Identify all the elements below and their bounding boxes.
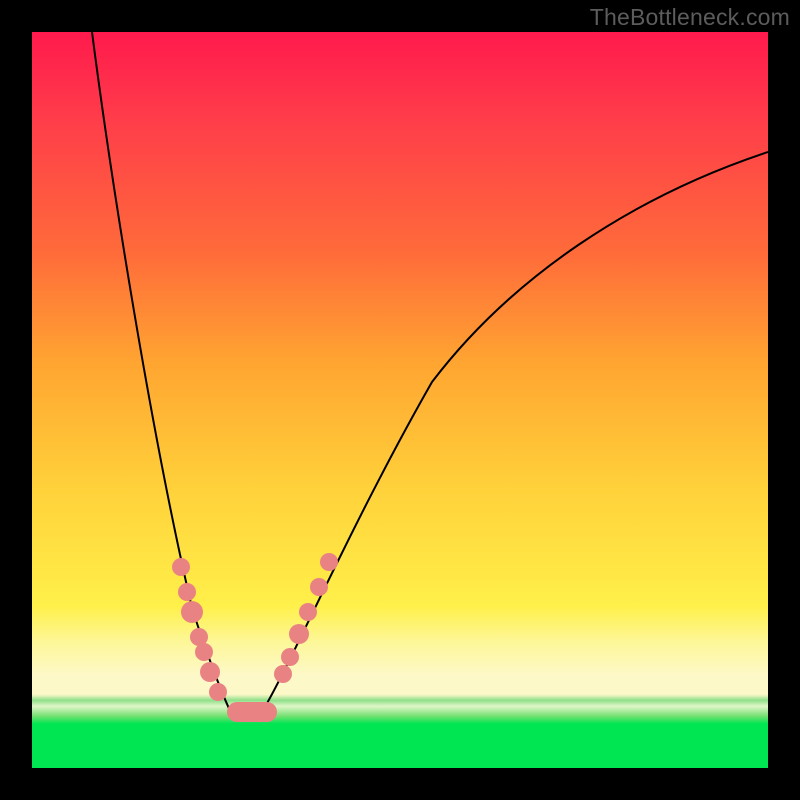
marker-dot	[310, 578, 328, 596]
marker-pill	[227, 702, 277, 722]
marker-dot	[195, 643, 213, 661]
marker-dot	[299, 603, 317, 621]
marker-dot	[274, 665, 292, 683]
marker-dot	[209, 683, 227, 701]
marker-dot	[289, 624, 309, 644]
marker-dot	[200, 662, 220, 682]
chart-frame: TheBottleneck.com	[0, 0, 800, 800]
chart-overlay	[32, 32, 768, 768]
marker-dot	[178, 583, 196, 601]
watermark-text: TheBottleneck.com	[590, 4, 790, 31]
marker-dot	[281, 648, 299, 666]
marker-dot	[172, 558, 190, 576]
curve-left-branch	[92, 32, 232, 715]
marker-dot	[181, 601, 203, 623]
plot-area	[32, 32, 768, 768]
marker-dot	[320, 553, 338, 571]
curve-right-branch	[262, 152, 768, 712]
